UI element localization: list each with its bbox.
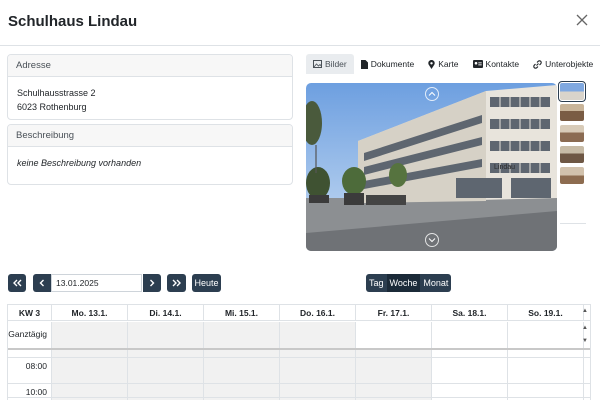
link-icon [533,59,542,69]
allday-row: Ganztägig [8,322,590,348]
allday-cell[interactable] [128,322,204,348]
address-card-body: Schulhausstrasse 2 6023 Rothenburg [8,77,292,119]
view-week-button[interactable]: Woche [386,274,421,292]
view-month-button[interactable]: Monat [420,274,452,292]
previous-week-fast-button[interactable] [8,274,26,292]
day-header: So. 19.1. [508,305,584,320]
tab-unterobjekte[interactable]: Unterobjekte [526,54,600,74]
description-card: Beschreibung keine Beschreibung vorhande… [7,124,293,185]
double-chevron-left-icon [13,279,22,287]
day-header: Mo. 13.1. [52,305,128,320]
chevron-down-icon[interactable] [425,233,439,247]
close-icon[interactable] [574,12,590,28]
scroll-up-icon[interactable]: ▲ [581,325,589,333]
tab-label: Dokumente [370,59,415,69]
previous-button[interactable] [33,274,51,292]
allday-label: Ganztägig [8,322,52,348]
day-header: Di. 14.1. [128,305,204,320]
day-header: Sa. 18.1. [432,305,508,320]
view-day-button[interactable]: Tag [366,274,387,292]
chevron-up-icon[interactable] [425,87,439,101]
modal-header: Schulhaus Lindau [0,0,600,46]
tab-bilder[interactable]: Bilder [306,54,354,74]
map-pin-icon [428,59,435,69]
allday-cell[interactable] [204,322,280,348]
allday-cell[interactable] [280,322,356,348]
chevron-right-icon [150,279,155,287]
today-button[interactable]: Heute [192,274,221,292]
next-button[interactable] [143,274,161,292]
photo-thumbnails [558,81,586,188]
hour-line [8,397,590,398]
scroll-down-icon[interactable]: ▼ [581,338,589,346]
address-card: Adresse Schulhausstrasse 2 6023 Rothenbu… [7,54,293,120]
time-label: 10:00 [25,387,47,397]
tab-karte[interactable]: Karte [421,54,465,74]
contact-card-icon [472,60,483,68]
view-switcher: Tag Woche Monat [366,274,452,292]
allday-cell[interactable] [356,322,432,348]
thumbnail-divider [560,223,586,224]
thumbnail[interactable] [560,167,584,184]
day-header: Mi. 15.1. [204,305,280,320]
tab-label: Karte [438,59,459,69]
double-chevron-right-icon [172,279,181,287]
tab-label: Unterobjekte [545,59,594,69]
address-city: 6023 Rothenburg [17,102,87,112]
modal-title: Schulhaus Lindau [8,13,138,30]
allday-cell[interactable] [508,322,584,348]
description-card-header: Beschreibung [8,125,292,147]
calendar-header-row: KW 3 Mo. 13.1. Di. 14.1. Mi. 15.1. Do. 1… [8,305,590,321]
description-card-body: keine Beschreibung vorhanden [8,147,292,179]
header-scroll-up-icon[interactable]: ▲ [581,308,589,316]
description-text: keine Beschreibung vorhanden [17,158,142,168]
chevron-left-icon [39,279,44,287]
hour-line [8,357,590,358]
building-sign-text: Lindau [494,164,515,171]
day-header: Do. 16.1. [280,305,356,320]
address-street: Schulhausstrasse 2 [17,88,96,98]
allday-cell[interactable] [52,322,128,348]
date-input[interactable] [51,274,142,292]
time-label: 08:00 [25,361,47,371]
week-calendar: KW 3 Mo. 13.1. Di. 14.1. Mi. 15.1. Do. 1… [7,304,591,400]
hour-line [8,383,590,384]
document-icon [360,59,368,69]
thumbnail[interactable] [558,81,586,102]
day-header: Fr. 17.1. [356,305,432,320]
tab-label: Bilder [325,59,347,69]
address-card-header: Adresse [8,55,292,77]
thumbnail[interactable] [560,104,584,121]
thumbnail[interactable] [560,125,584,142]
next-week-fast-button[interactable] [167,274,186,292]
tab-label: Kontakte [485,59,520,69]
building-photo[interactable]: Lindau [306,83,557,251]
tab-dokumente[interactable]: Dokumente [354,54,421,74]
tab-kontakte[interactable]: Kontakte [466,54,527,74]
image-icon [313,60,322,68]
week-number-label: KW 3 [8,305,52,320]
thumbnail[interactable] [560,146,584,163]
media-tabs: Bilder Dokumente Karte Kontakte Unterobj… [306,54,600,74]
allday-cell[interactable] [432,322,508,348]
